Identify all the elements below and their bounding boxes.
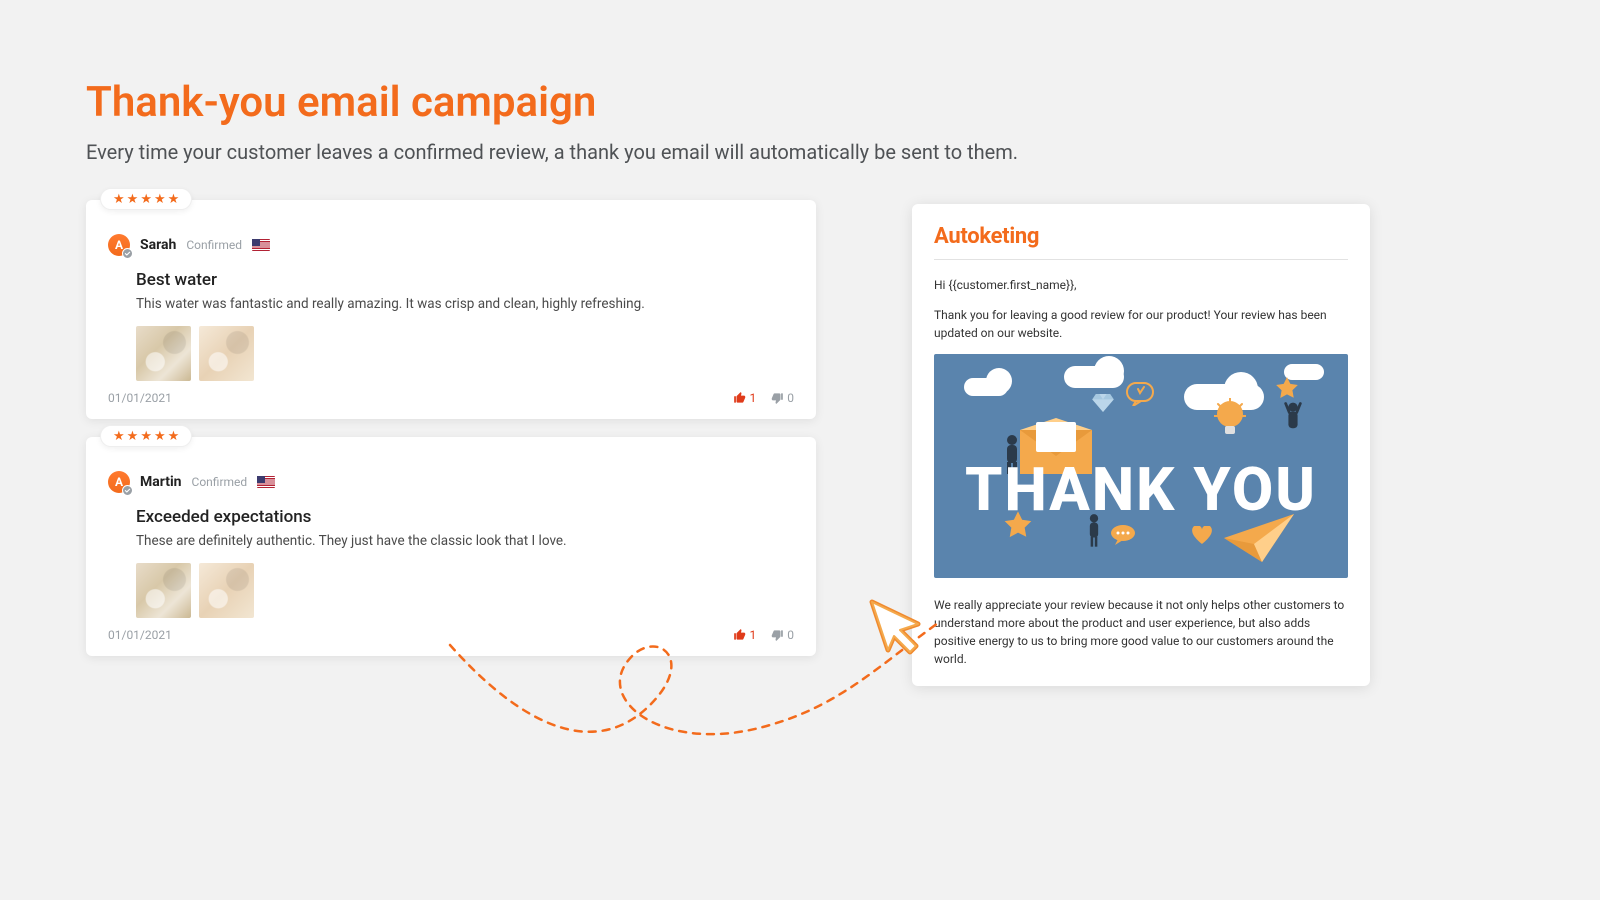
reviews-column: ★ ★ ★ ★ ★ A Sarah Confirmed Best water T… bbox=[86, 200, 816, 674]
review-image[interactable] bbox=[136, 326, 191, 381]
divider bbox=[934, 259, 1348, 260]
person-icon bbox=[1282, 400, 1304, 440]
thumb-up-icon bbox=[733, 628, 747, 642]
review-title: Best water bbox=[136, 270, 794, 290]
review-images bbox=[136, 563, 794, 618]
star-icon: ★ bbox=[168, 430, 180, 443]
review-image[interactable] bbox=[199, 563, 254, 618]
star-icon: ★ bbox=[168, 193, 180, 206]
speech-bubble-icon bbox=[1126, 382, 1154, 406]
review-card: ★ ★ ★ ★ ★ A Sarah Confirmed Best water T… bbox=[86, 200, 816, 419]
star-icon: ★ bbox=[140, 193, 152, 206]
downvote-count: 0 bbox=[787, 628, 794, 642]
thumb-down-icon bbox=[770, 628, 784, 642]
review-images bbox=[136, 326, 794, 381]
star-icon: ★ bbox=[154, 193, 166, 206]
review-status: Confirmed bbox=[186, 238, 242, 252]
email-hero-image: THANK YOU bbox=[934, 354, 1348, 578]
rating-stars: ★ ★ ★ ★ ★ bbox=[100, 425, 192, 447]
review-body-text: These are definitely authentic. They jus… bbox=[136, 533, 794, 549]
flag-icon bbox=[257, 476, 275, 488]
review-author: Martin bbox=[140, 474, 182, 490]
verified-badge-icon bbox=[122, 485, 133, 496]
review-body-text: This water was fantastic and really amaz… bbox=[136, 296, 794, 312]
review-image[interactable] bbox=[199, 326, 254, 381]
email-greeting: Hi {{customer.first_name}}, bbox=[934, 276, 1348, 294]
star-icon: ★ bbox=[140, 430, 152, 443]
email-preview: Autoketing Hi {{customer.first_name}}, T… bbox=[912, 204, 1370, 686]
review-status: Confirmed bbox=[192, 475, 248, 489]
email-brand: Autoketing bbox=[934, 224, 1348, 249]
verified-badge-icon bbox=[122, 248, 133, 259]
downvote-button[interactable]: 0 bbox=[770, 391, 794, 405]
star-icon: ★ bbox=[154, 430, 166, 443]
upvote-button[interactable]: 1 bbox=[733, 391, 757, 405]
review-card: ★ ★ ★ ★ ★ A Martin Confirmed Exceeded ex… bbox=[86, 437, 816, 656]
star-icon: ★ bbox=[127, 193, 139, 206]
flag-icon bbox=[252, 239, 270, 251]
upvote-count: 1 bbox=[750, 391, 757, 405]
downvote-button[interactable]: 0 bbox=[770, 628, 794, 642]
upvote-count: 1 bbox=[750, 628, 757, 642]
upvote-button[interactable]: 1 bbox=[733, 628, 757, 642]
avatar: A bbox=[108, 471, 130, 493]
review-image[interactable] bbox=[136, 563, 191, 618]
page-title: Thank-you email campaign bbox=[86, 78, 596, 127]
thumb-down-icon bbox=[770, 391, 784, 405]
review-date: 01/01/2021 bbox=[108, 391, 172, 405]
review-header: A Martin Confirmed bbox=[108, 471, 794, 493]
diamond-icon bbox=[1092, 394, 1114, 412]
email-intro: Thank you for leaving a good review for … bbox=[934, 306, 1348, 342]
review-author: Sarah bbox=[140, 237, 176, 253]
email-footer-text: We really appreciate your review because… bbox=[934, 596, 1348, 668]
page-subtitle: Every time your customer leaves a confir… bbox=[86, 140, 1018, 164]
star-icon: ★ bbox=[113, 430, 125, 443]
review-title: Exceeded expectations bbox=[136, 507, 794, 527]
thumb-up-icon bbox=[733, 391, 747, 405]
star-icon bbox=[1274, 376, 1300, 402]
speech-bubble-icon bbox=[1110, 524, 1136, 546]
star-icon: ★ bbox=[127, 430, 139, 443]
lightbulb-icon bbox=[1214, 398, 1246, 440]
cursor-icon bbox=[860, 590, 930, 660]
review-date: 01/01/2021 bbox=[108, 628, 172, 642]
heart-icon bbox=[1192, 526, 1212, 544]
review-header: A Sarah Confirmed bbox=[108, 234, 794, 256]
star-icon: ★ bbox=[113, 193, 125, 206]
hero-text: THANK YOU bbox=[965, 460, 1317, 520]
rating-stars: ★ ★ ★ ★ ★ bbox=[100, 188, 192, 210]
avatar: A bbox=[108, 234, 130, 256]
downvote-count: 0 bbox=[787, 391, 794, 405]
